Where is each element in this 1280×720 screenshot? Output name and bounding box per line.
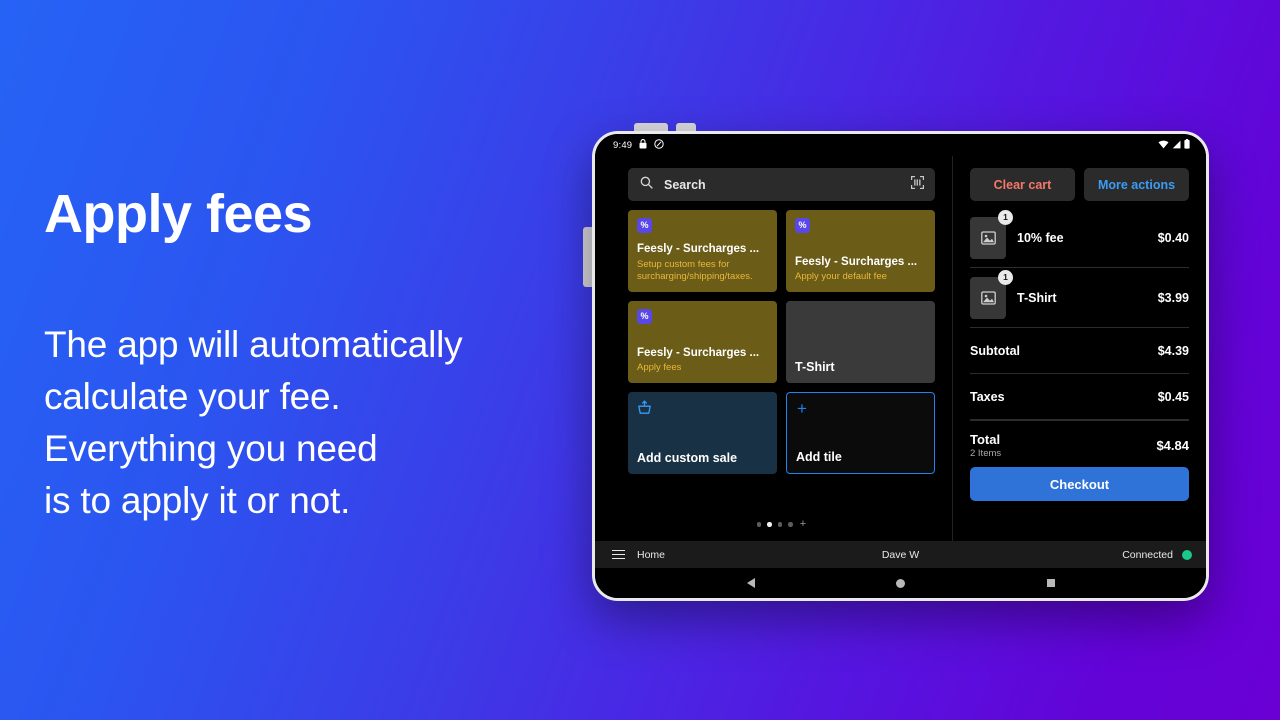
cart-panel: Clear cart More actions 1 10% fee $0.40 … [953,156,1206,541]
total-label: Total [970,432,1001,447]
product-tile[interactable]: T-Shirt [786,301,935,383]
lock-icon [639,139,647,151]
home-label[interactable]: Home [637,549,665,561]
battery-icon [1184,139,1190,151]
cart-item-list: 1 10% fee $0.40 1 T-Shirt $3.99 [970,208,1189,328]
do-not-disturb-icon [654,139,664,151]
app-bottom-left: Home [612,549,665,561]
add-tile-button[interactable]: + Add tile [786,392,935,474]
current-user-label: Dave W [881,548,920,561]
side-button[interactable] [583,227,592,287]
product-tile-subtitle: Apply your default fee [795,270,887,282]
taxes-row: Taxes $0.45 [970,374,1189,420]
nav-recents-button[interactable] [976,579,1126,587]
total-item-count: 2 Items [970,448,1002,459]
status-time: 9:49 [613,139,633,151]
search-bar[interactable]: Search [628,168,935,201]
nav-back-button[interactable] [676,578,826,588]
cart-item-price: $3.99 [1157,290,1189,305]
page-dot-active[interactable] [767,522,772,527]
percent-icon: % [637,218,652,233]
product-tile[interactable]: % Feesly - Surcharges ... Apply your def… [786,210,935,292]
status-bar-left: 9:49 [613,139,664,151]
cart-item-name: T-Shirt [1017,290,1057,305]
cart-item-thumb-wrap: 1 [970,209,1013,259]
marketing-line: calculate your fee. [44,375,341,417]
wifi-icon [1158,140,1169,151]
signal-icon [1172,140,1181,151]
marketing-line: The app will automatically [44,323,463,365]
marketing-line: Everything you need [44,428,378,469]
hamburger-menu-icon[interactable] [612,549,625,560]
page-dot[interactable] [788,522,793,527]
marketing-panel: Apply fees The app will automatically ca… [44,186,574,527]
product-tile-title: Feesly - Surcharges ... [637,346,760,359]
app-bottom-bar: Home Dave W Connected [595,541,1206,568]
add-page-icon[interactable]: + [800,519,806,530]
tablet-device: 9:49 Search % Feesly - Surcharges ... Se… [583,123,1209,601]
cart-item-thumb-wrap: 1 [970,269,1013,319]
cart-item-qty-badge: 1 [998,209,1013,225]
home-icon [896,578,905,588]
percent-icon: % [795,218,810,233]
page-title: Apply fees [44,184,313,244]
plus-icon: + [797,399,807,418]
android-nav-bar [595,568,1206,598]
product-tile[interactable]: % Feesly - Surcharges ... Setup custom f… [628,210,777,292]
product-tile-subtitle: Apply fees [637,361,682,373]
tablet-screen: 9:49 Search % Feesly - Surcharges ... Se… [595,134,1206,598]
add-custom-sale-label: Add custom sale [637,451,738,465]
product-tile-title: Feesly - Surcharges ... [637,243,760,256]
more-actions-button[interactable]: More actions [1084,168,1189,201]
cart-item-price: $0.40 [1157,230,1189,245]
search-icon [640,176,653,194]
pos-app-body: Search % Feesly - Surcharges ... Setup c… [595,156,1206,541]
subtotal-row: Subtotal $4.39 [970,328,1189,374]
taxes-label: Taxes [970,389,1005,404]
checkout-button[interactable]: Checkout [970,467,1189,501]
product-tile-grid: % Feesly - Surcharges ... Setup custom f… [628,210,935,474]
connection-status-dot [1182,549,1192,560]
cart-item-row[interactable]: 1 10% fee $0.40 [970,208,1189,268]
page-dot[interactable] [777,522,783,527]
android-status-bar: 9:49 [595,134,1206,156]
app-bottom-right: Connected [1122,549,1192,561]
cart-item-name: 10% fee [1017,230,1064,245]
subtotal-label: Subtotal [970,343,1020,358]
marketing-body: The app will automatically calculate you… [44,319,574,528]
add-custom-sale-tile[interactable]: Add custom sale [628,392,777,474]
total-amount: $4.84 [1156,438,1189,453]
status-bar-right [1158,139,1190,151]
nav-home-button[interactable] [826,578,976,588]
catalog-panel: Search % Feesly - Surcharges ... Setup c… [595,156,953,541]
product-tile-subtitle: Setup custom fees for surcharging/shippi… [637,258,753,282]
product-tile-title: Feesly - Surcharges ... [795,255,918,268]
back-icon [746,578,755,588]
page-dot[interactable] [756,522,762,527]
total-row: Total 2 Items $4.84 [970,420,1189,467]
marketing-line: is to apply it or not. [44,480,351,522]
clear-cart-button[interactable]: Clear cart [970,168,1075,201]
add-to-cart-icon [637,400,769,420]
connection-status-label: Connected [1122,548,1173,561]
percent-icon: % [637,309,652,324]
total-left: Total 2 Items [970,432,1001,459]
product-tile-title: T-Shirt [795,360,835,374]
search-input[interactable]: Search [664,178,900,192]
cart-item-row[interactable]: 1 T-Shirt $3.99 [970,268,1189,328]
tablet-bezel: 9:49 Search % Feesly - Surcharges ... Se… [592,131,1209,601]
product-tile[interactable]: % Feesly - Surcharges ... Apply fees [628,301,777,383]
page-indicator[interactable]: + [628,519,935,541]
subtotal-value: $4.39 [1157,343,1189,358]
cart-actions: Clear cart More actions [970,168,1189,201]
barcode-scan-icon[interactable] [911,175,924,194]
taxes-value: $0.45 [1157,389,1189,404]
add-tile-label: Add tile [796,450,842,464]
cart-item-qty-badge: 1 [998,269,1013,285]
recents-icon [1046,579,1055,587]
